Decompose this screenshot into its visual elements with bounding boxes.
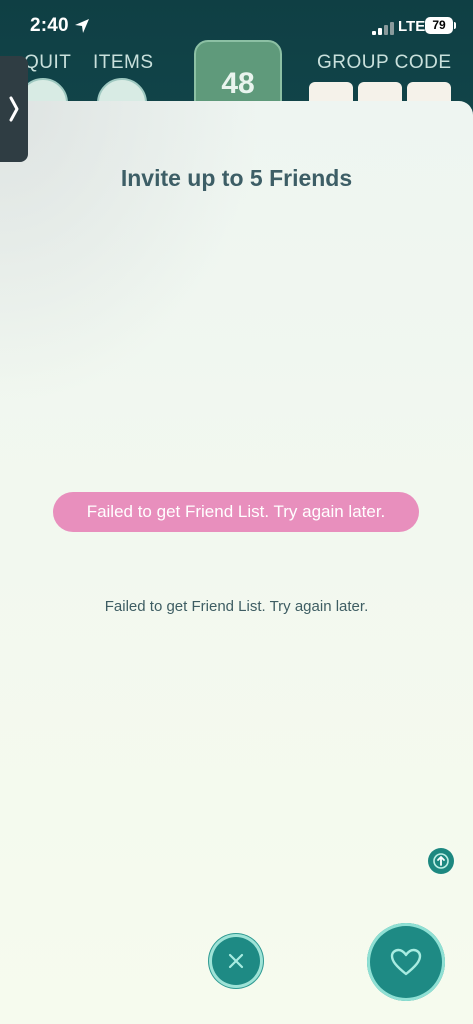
- error-toast: Failed to get Friend List. Try again lat…: [53, 492, 419, 532]
- battery-nub: [454, 22, 456, 29]
- heart-icon: [390, 948, 422, 976]
- status-time: 2:40: [30, 15, 69, 36]
- arrow-up-icon: [433, 853, 449, 869]
- signal-bars-icon: [372, 22, 394, 35]
- send-indicator: [428, 848, 454, 874]
- side-panel-tab[interactable]: [0, 56, 28, 162]
- invite-friends-modal: Invite up to 5 Friends Failed to get Fri…: [0, 101, 473, 1024]
- network-type: LTE: [398, 18, 426, 35]
- close-icon: [228, 953, 244, 969]
- battery-icon: 79: [425, 17, 453, 34]
- send-invite-button[interactable]: [367, 923, 445, 1001]
- modal-title: Invite up to 5 Friends: [120, 165, 353, 191]
- chevron-right-icon: [9, 96, 19, 122]
- group-code-label: GROUP CODE: [317, 52, 452, 73]
- location-arrow-icon: [75, 19, 89, 33]
- items-label: ITEMS: [93, 52, 154, 73]
- quit-label: QUIT: [24, 52, 72, 73]
- close-button[interactable]: [209, 934, 263, 988]
- empty-state-message: Failed to get Friend List. Try again lat…: [104, 598, 369, 615]
